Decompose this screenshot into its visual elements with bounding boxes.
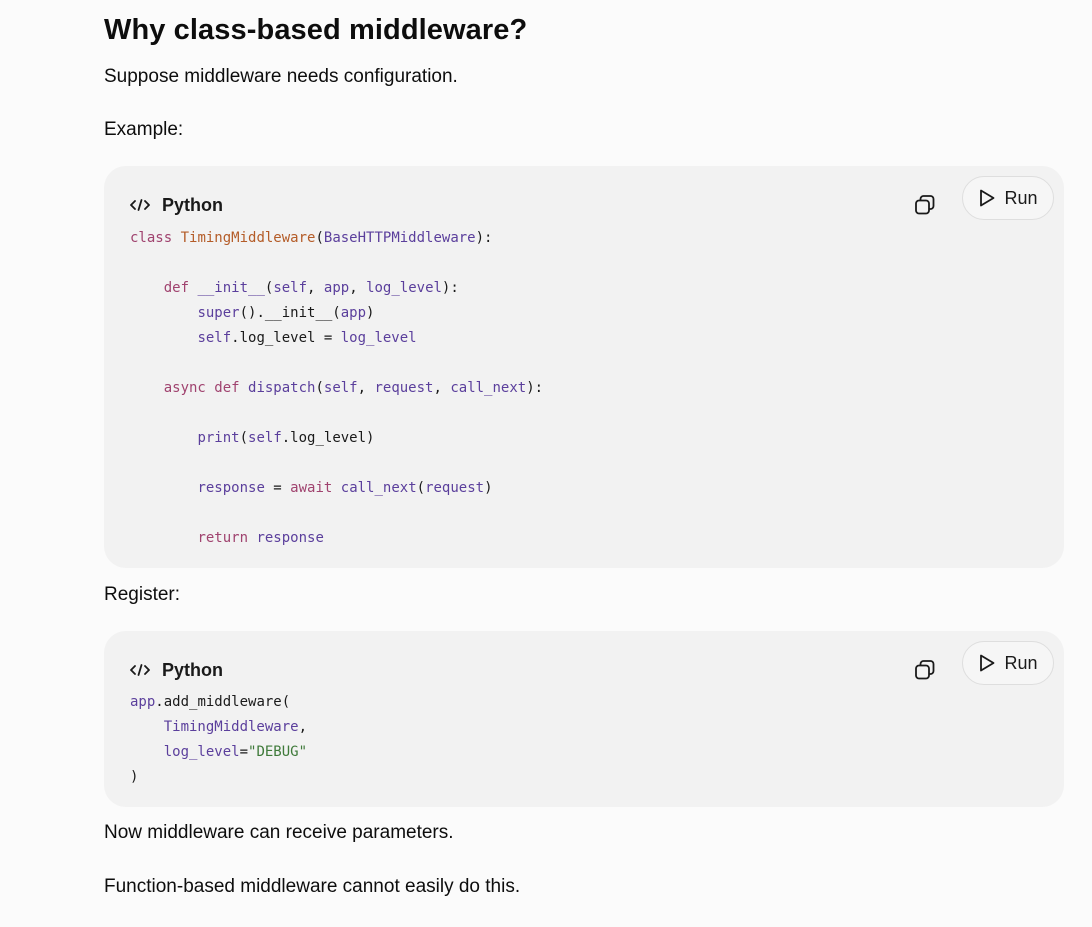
code-line: def __init__(self, app, log_level): xyxy=(163,280,459,296)
code-language-label: Python xyxy=(162,659,223,680)
run-label: Run xyxy=(1004,187,1038,208)
code-line: app.add_middleware( xyxy=(130,694,291,710)
code-icon xyxy=(130,664,150,676)
code-content: app.add_middleware( TimingMiddleware, lo… xyxy=(130,690,307,790)
copy-icon xyxy=(915,660,935,680)
copy-icon xyxy=(915,195,935,215)
copy-button[interactable] xyxy=(910,655,940,685)
code-line: TimingMiddleware, xyxy=(163,719,308,735)
play-icon xyxy=(980,654,995,672)
copy-button[interactable] xyxy=(910,190,940,220)
example-label: Example: xyxy=(104,119,184,140)
code-line: log_level="DEBUG" xyxy=(163,744,308,760)
code-line: return response xyxy=(197,530,324,546)
code-line: self.log_level = log_level xyxy=(197,330,417,346)
code-block-1: Python Run class TimingMiddleware(BaseHT… xyxy=(104,166,1064,568)
outro-text-2: Function-based middleware cannot easily … xyxy=(104,876,521,897)
run-label: Run xyxy=(1004,652,1038,673)
code-block-2: Python Run app.add_middleware( TimingMid… xyxy=(104,631,1064,807)
code-block-header: Python Run xyxy=(130,176,1054,224)
play-icon xyxy=(980,189,995,207)
code-language: Python xyxy=(130,186,223,224)
code-line: super().__init__(app) xyxy=(197,305,375,321)
code-line: async def dispatch(self, request, call_n… xyxy=(163,380,544,396)
register-label: Register: xyxy=(104,584,181,605)
intro-text: Suppose middleware needs configuration. xyxy=(104,66,458,87)
code-icon xyxy=(130,199,150,211)
code-block-header: Python Run xyxy=(130,641,1054,689)
code-line: print(self.log_level) xyxy=(197,430,375,446)
section-heading: Why class-based middleware? xyxy=(104,14,528,46)
code-line: response = await call_next(request) xyxy=(197,480,493,496)
code-line: class TimingMiddleware(BaseHTTPMiddlewar… xyxy=(130,230,493,246)
run-button[interactable]: Run xyxy=(962,641,1054,685)
code-content: class TimingMiddleware(BaseHTTPMiddlewar… xyxy=(130,226,543,551)
code-line: ) xyxy=(130,769,139,785)
outro-text-1: Now middleware can receive parameters. xyxy=(104,822,454,843)
run-button[interactable]: Run xyxy=(962,176,1054,220)
code-language-label: Python xyxy=(162,194,223,215)
code-language: Python xyxy=(130,651,223,689)
